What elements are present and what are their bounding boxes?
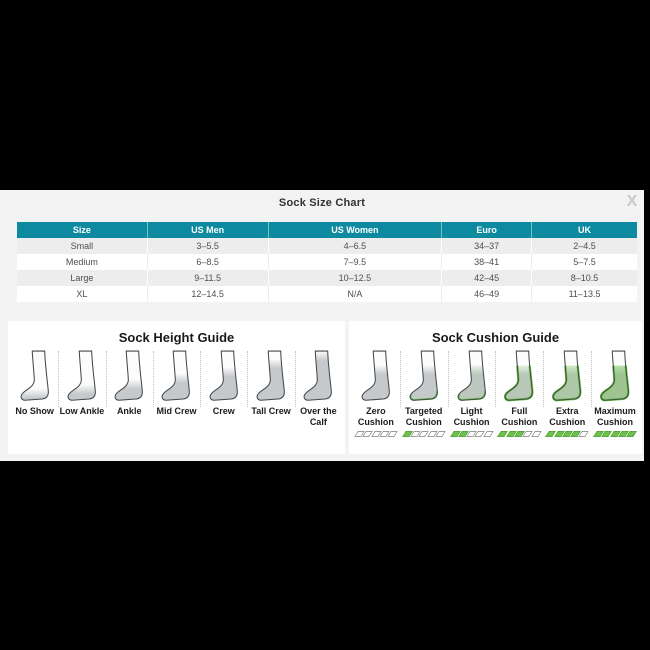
size-table-cell: 5–7.5 [532,254,637,270]
height-guide-label: No Show [15,406,54,417]
cushion-meter-segment [579,431,590,437]
size-table-cell: 11–13.5 [532,286,637,302]
size-table-column-header: US Men [147,222,268,238]
sock-cushion-icon [549,349,585,403]
sock-height-icon [111,349,147,403]
cushion-meter [404,431,444,437]
cushion-guide-item: Extra Cushion [543,349,591,437]
height-guide-item: Ankle [106,349,153,417]
sock-cushion-icon [358,349,394,403]
height-guide-label: Ankle [117,406,142,417]
cushion-guide-label: Maximum Cushion [591,406,639,428]
height-guide-item: Crew [200,349,247,417]
cushion-guide-card: Sock Cushion Guide Zero CushionTargeted … [349,321,642,454]
size-table-cell: Small [17,238,147,254]
size-table-row: XL12–14.5N/A46–4911–13.5 [17,286,637,302]
size-table-cell: N/A [268,286,442,302]
cushion-guide-label: Extra Cushion [543,406,591,428]
size-table-cell: 8–10.5 [532,270,637,286]
size-table-header-row: SizeUS MenUS WomenEuroUK [17,222,637,238]
cushion-meter [499,431,539,437]
size-table-row: Large9–11.510–12.542–458–10.5 [17,270,637,286]
size-table-column-header: UK [532,222,637,238]
size-table-row: Medium6–8.57–9.538–415–7.5 [17,254,637,270]
size-table-cell: 38–41 [442,254,532,270]
height-guide-item: Tall Crew [247,349,294,417]
cushion-meter [595,431,635,437]
cushion-guide-label: Targeted Cushion [400,406,448,428]
height-guide-item: No Show [11,349,58,417]
size-table-cell: 2–4.5 [532,238,637,254]
height-guide-label: Over the Calf [297,406,339,428]
size-chart-modal: Sock Size Chart X SizeUS MenUS WomenEuro… [0,190,644,461]
height-guide-item: Mid Crew [153,349,200,417]
cushion-guide-label: Full Cushion [495,406,543,428]
sock-cushion-icon [454,349,490,403]
size-table-cell: 10–12.5 [268,270,442,286]
cushion-guide-label: Zero Cushion [352,406,400,428]
cushion-guide-item: Maximum Cushion [591,349,639,437]
size-table-cell: 12–14.5 [147,286,268,302]
close-icon[interactable]: X [623,193,641,211]
height-guide-label: Mid Crew [156,406,196,417]
cushion-guide-item: Targeted Cushion [400,349,448,437]
cushion-meter-segment [483,431,494,437]
size-table-column-header: Euro [442,222,532,238]
cushion-guide-item: Full Cushion [495,349,543,437]
size-table-column-header: Size [17,222,147,238]
size-table-cell: 7–9.5 [268,254,442,270]
size-table-cell: 9–11.5 [147,270,268,286]
size-table-cell: 34–37 [442,238,532,254]
size-table-cell: XL [17,286,147,302]
size-table: SizeUS MenUS WomenEuroUK Small3–5.54–6.5… [17,222,637,302]
sock-height-icon [158,349,194,403]
cushion-meter [547,431,587,437]
height-guide-card: Sock Height Guide No Show Low Ankle Ankle M… [8,321,345,454]
size-table-cell: Large [17,270,147,286]
sock-cushion-icon [406,349,442,403]
height-guide-label: Low Ankle [60,406,105,417]
modal-title: Sock Size Chart [0,197,644,209]
size-table-cell: 46–49 [442,286,532,302]
height-guide-item: Low Ankle [58,349,105,417]
height-guide-title: Sock Height Guide [8,330,345,345]
height-guide-item: Over the Calf [295,349,342,428]
guide-cards: Sock Height Guide No Show Low Ankle Ankle M… [0,321,644,455]
sock-height-icon [206,349,242,403]
size-table-cell: 3–5.5 [147,238,268,254]
sock-height-icon [300,349,336,403]
size-table-row: Small3–5.54–6.534–372–4.5 [17,238,637,254]
size-table-column-header: US Women [268,222,442,238]
sock-height-icon [253,349,289,403]
cushion-guide-row: Zero CushionTargeted CushionLight Cushio… [349,349,642,437]
size-table-cell: Medium [17,254,147,270]
cushion-guide-item: Zero Cushion [352,349,400,437]
cushion-guide-label: Light Cushion [448,406,496,428]
cushion-meter [452,431,492,437]
sock-cushion-icon [501,349,537,403]
size-table-cell: 42–45 [442,270,532,286]
height-guide-label: Crew [213,406,235,417]
cushion-guide-item: Light Cushion [448,349,496,437]
height-guide-label: Tall Crew [251,406,290,417]
sock-height-icon [17,349,53,403]
cushion-meter [356,431,396,437]
cushion-guide-title: Sock Cushion Guide [349,330,642,345]
sock-height-icon [64,349,100,403]
height-guide-row: No Show Low Ankle Ankle Mid Crew Crew Tall Cr… [8,349,345,428]
size-table-cell: 4–6.5 [268,238,442,254]
size-table-cell: 6–8.5 [147,254,268,270]
sock-cushion-icon [597,349,633,403]
